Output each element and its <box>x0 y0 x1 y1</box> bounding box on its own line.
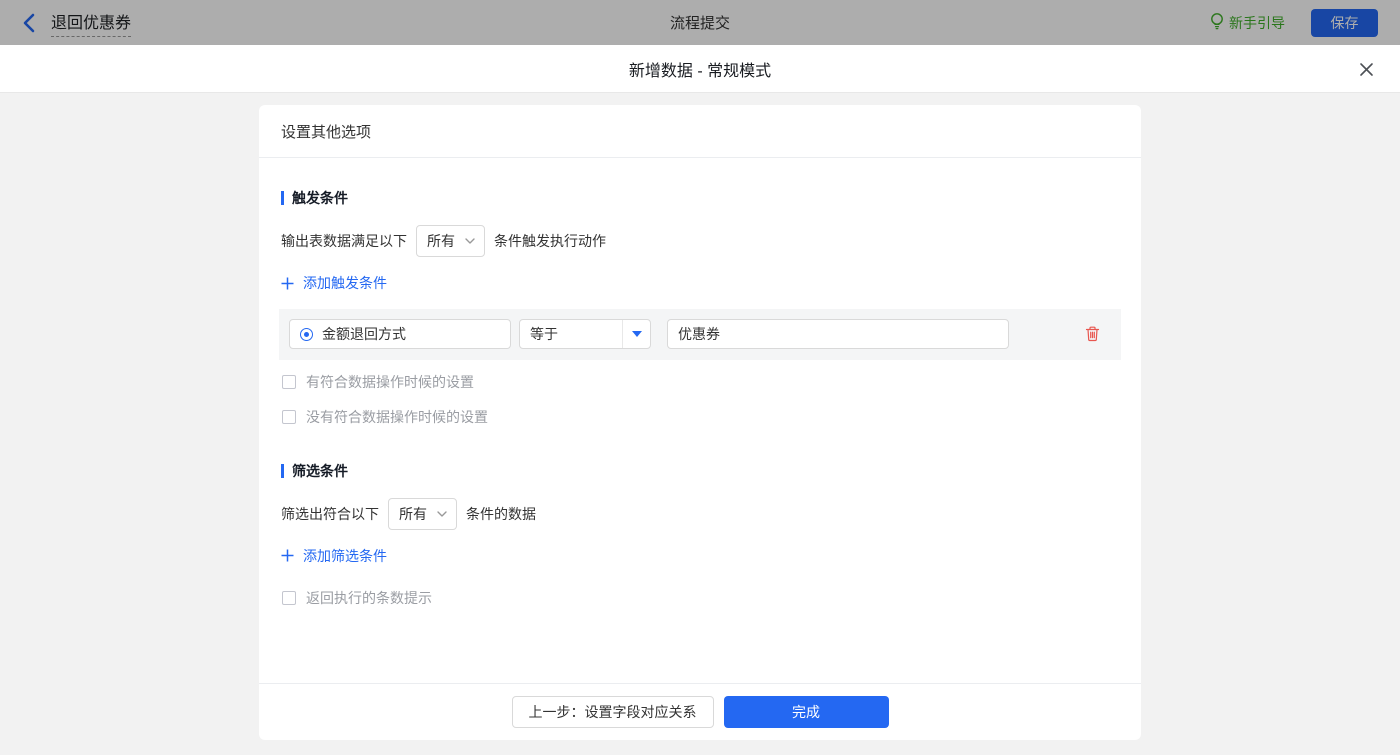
modal-dim-overlay <box>0 0 1400 45</box>
trigger-sentence-suffix: 条件触发执行动作 <box>494 225 606 257</box>
close-icon[interactable] <box>1356 59 1376 79</box>
condition-field-select[interactable]: 金额退回方式 <box>289 319 511 349</box>
delete-condition-icon[interactable] <box>1085 326 1100 342</box>
trigger-sentence-prefix: 输出表数据满足以下 <box>281 225 407 257</box>
section-accent-bar <box>281 464 284 478</box>
topbar: 退回优惠券 流程提交 新手引导 保存 <box>0 0 1400 45</box>
checkbox-icon[interactable] <box>282 591 296 605</box>
plus-icon <box>281 277 294 290</box>
trigger-match-select[interactable]: 所有 <box>416 225 485 257</box>
card-header: 设置其他选项 <box>259 105 1141 158</box>
filter-section-title: 筛选条件 <box>281 461 1119 481</box>
radio-field-icon <box>300 328 313 341</box>
modal-header: 新增数据 - 常规模式 <box>0 45 1400 93</box>
checkbox-icon[interactable] <box>282 375 296 389</box>
card-content: 触发条件 输出表数据满足以下 所有 条件触发执行动作 添加触发条件 金额退回方式 <box>259 158 1141 683</box>
section-accent-bar <box>281 191 284 205</box>
modal-body: 设置其他选项 触发条件 输出表数据满足以下 所有 条件触发执行动作 添加触发条件 <box>0 93 1400 755</box>
condition-operator-select[interactable]: 等于 <box>519 319 651 349</box>
checkbox-icon[interactable] <box>282 410 296 424</box>
modal-title: 新增数据 - 常规模式 <box>629 57 771 81</box>
chevron-down-icon <box>465 238 475 244</box>
filter-sentence: 筛选出符合以下 所有 条件的数据 <box>281 498 1119 530</box>
chevron-down-icon <box>437 511 447 517</box>
caret-down-icon <box>632 331 642 337</box>
options-card: 设置其他选项 触发条件 输出表数据满足以下 所有 条件触发执行动作 添加触发条件 <box>259 105 1141 740</box>
prev-step-button[interactable]: 上一步：设置字段对应关系 <box>512 696 714 728</box>
checkbox-has-match[interactable]: 有符合数据操作时候的设置 <box>282 372 1119 392</box>
filter-match-select[interactable]: 所有 <box>388 498 457 530</box>
checkbox-count-tip[interactable]: 返回执行的条数提示 <box>282 588 1119 608</box>
card-footer: 上一步：设置字段对应关系 完成 <box>259 683 1141 740</box>
operator-caret-zone[interactable] <box>622 320 650 348</box>
add-trigger-condition-link[interactable]: 添加触发条件 <box>281 273 387 293</box>
trigger-section-title: 触发条件 <box>281 188 1119 208</box>
plus-icon <box>281 549 294 562</box>
condition-value-input[interactable] <box>667 319 1009 349</box>
trigger-condition-row: 金额退回方式 等于 <box>279 309 1121 360</box>
filter-sentence-suffix: 条件的数据 <box>466 498 536 530</box>
add-filter-condition-link[interactable]: 添加筛选条件 <box>281 546 387 566</box>
filter-sentence-prefix: 筛选出符合以下 <box>281 498 379 530</box>
checkbox-no-match[interactable]: 没有符合数据操作时候的设置 <box>282 407 1119 427</box>
trigger-sentence: 输出表数据满足以下 所有 条件触发执行动作 <box>281 225 1119 257</box>
done-button[interactable]: 完成 <box>724 696 889 728</box>
